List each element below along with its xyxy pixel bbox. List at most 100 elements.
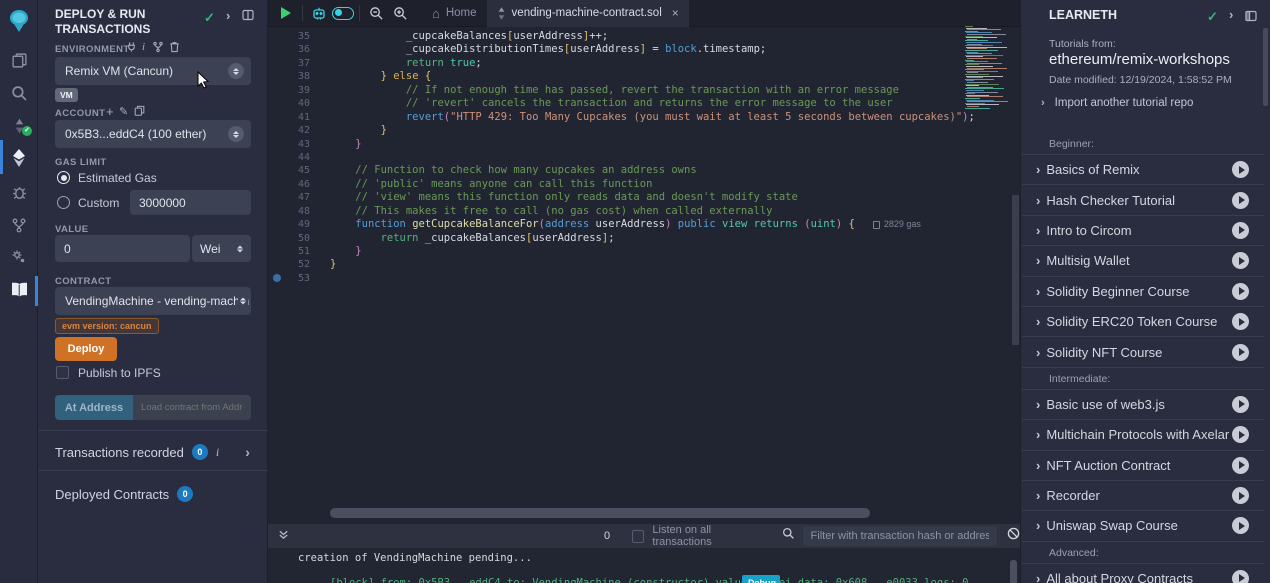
tutorial-item-row[interactable]: ›NFT Auction Contract — [1022, 450, 1264, 480]
play-tutorial-button[interactable] — [1232, 313, 1249, 330]
transactions-expand-icon[interactable]: › — [245, 444, 250, 460]
import-repo-row[interactable]: › Import another tutorial repo — [1041, 97, 1193, 109]
code-line[interactable]: 36 _cupcakeDistributionTimes[userAddress… — [268, 43, 1020, 56]
tutorial-item-row[interactable]: ›Solidity ERC20 Token Course — [1022, 306, 1264, 336]
fork-environment-icon[interactable] — [152, 41, 164, 56]
line-gutter[interactable]: 35 — [268, 30, 330, 43]
code-line[interactable]: 45 // Function to check how many cupcake… — [268, 164, 1020, 177]
search-icon[interactable] — [0, 81, 38, 105]
play-tutorial-button[interactable] — [1232, 344, 1249, 361]
code-line[interactable]: 46 // 'public' means anyone can call thi… — [268, 178, 1020, 191]
code-line[interactable]: 42 } — [268, 124, 1020, 137]
environment-info-icon[interactable]: i — [142, 41, 145, 53]
close-tab-icon[interactable]: × — [672, 6, 679, 20]
play-tutorial-button[interactable] — [1232, 457, 1249, 474]
line-gutter[interactable]: 37 — [268, 57, 330, 70]
play-tutorial-button[interactable] — [1232, 283, 1249, 300]
terminal-collapse-icon[interactable] — [278, 527, 289, 545]
code-editor[interactable]: 35 _cupcakeBalances[userAddress]++;36 _c… — [268, 27, 1020, 524]
code-line[interactable]: 53 — [268, 272, 1020, 285]
play-tutorial-button[interactable] — [1232, 570, 1249, 583]
delete-environment-icon[interactable] — [169, 41, 180, 56]
terminal-filter-input[interactable] — [803, 526, 997, 546]
code-line[interactable]: 39 // If not enough time has passed, rev… — [268, 84, 1020, 97]
zoom-in-icon[interactable] — [388, 0, 412, 27]
tutorial-item-row[interactable]: ›Solidity NFT Course — [1022, 336, 1264, 366]
line-gutter[interactable]: 43 — [268, 138, 330, 151]
code-line[interactable]: 43 } — [268, 138, 1020, 151]
code-line[interactable]: 52} — [268, 258, 1020, 271]
terminal-scrollbar[interactable] — [1010, 560, 1017, 583]
line-gutter[interactable]: 51 — [268, 245, 330, 258]
code-line[interactable]: 35 _cupcakeBalances[userAddress]++; — [268, 30, 1020, 43]
code-line[interactable]: 44 — [268, 151, 1020, 164]
code-line[interactable]: 38 } else { — [268, 70, 1020, 83]
line-gutter[interactable]: 45 — [268, 164, 330, 177]
estimated-gas-radio[interactable] — [57, 171, 70, 184]
debug-button[interactable]: Debug — [742, 575, 780, 583]
run-script-icon[interactable] — [274, 0, 298, 27]
learneth-collapse-icon[interactable]: › — [1229, 7, 1233, 22]
editor-minimap[interactable] — [963, 26, 1011, 110]
line-gutter[interactable]: 36 — [268, 43, 330, 56]
at-address-button[interactable]: At Address — [55, 395, 133, 420]
editor-vertical-scrollbar[interactable] — [1012, 195, 1019, 345]
account-select[interactable]: 0x5B3...eddC4 (100 ether) — [55, 120, 251, 148]
panel-pin-icon[interactable] — [242, 9, 254, 24]
line-gutter[interactable]: 38 — [268, 70, 330, 83]
tab-home[interactable]: ⌂ Home — [422, 0, 487, 27]
solidity-compiler-icon[interactable]: ✓ — [0, 114, 38, 138]
line-gutter[interactable]: 53 — [268, 272, 330, 285]
play-tutorial-button[interactable] — [1232, 161, 1249, 178]
tutorial-item-row[interactable]: ›Multisig Wallet — [1022, 245, 1264, 275]
line-gutter[interactable]: 48 — [268, 205, 330, 218]
code-line[interactable]: 51 } — [268, 245, 1020, 258]
plugin-manager-icon[interactable] — [0, 245, 38, 269]
code-line[interactable]: 48 // This makes it free to call (no gas… — [268, 205, 1020, 218]
tutorial-item-row[interactable]: ›Multichain Protocols with Axelar — [1022, 419, 1264, 449]
sign-message-icon[interactable]: ✎ — [119, 105, 128, 118]
transactions-info-icon[interactable]: i — [216, 445, 219, 460]
contract-select[interactable]: VendingMachine - vending-machin — [55, 287, 251, 315]
deploy-button[interactable]: Deploy — [55, 337, 117, 361]
listen-all-checkbox[interactable] — [632, 530, 644, 543]
tutorial-item-row[interactable]: ›Basics of Remix — [1022, 154, 1264, 184]
clear-console-icon[interactable] — [1007, 527, 1020, 545]
learneth-icon[interactable] — [0, 278, 38, 302]
remix-logo-icon[interactable] — [0, 6, 38, 36]
line-gutter[interactable]: 39 — [268, 84, 330, 97]
code-line[interactable]: 50 return _cupcakeBalances[userAddress]; — [268, 232, 1020, 245]
play-tutorial-button[interactable] — [1232, 426, 1249, 443]
play-tutorial-button[interactable] — [1232, 487, 1249, 504]
publish-ipfs-checkbox[interactable] — [56, 366, 69, 379]
code-line[interactable]: 37 return true; — [268, 57, 1020, 70]
line-gutter[interactable]: 49 — [268, 218, 330, 231]
value-input[interactable] — [55, 235, 190, 262]
line-gutter[interactable]: 50 — [268, 232, 330, 245]
tab-file[interactable]: vending-machine-contract.sol × — [487, 0, 689, 27]
line-gutter[interactable]: 47 — [268, 191, 330, 204]
tutorial-item-row[interactable]: ›All about Proxy Contracts — [1022, 563, 1264, 583]
code-line[interactable]: 41 revert("HTTP 429: Too Many Cupcakes (… — [268, 111, 1020, 124]
tutorial-item-row[interactable]: ›Intro to Circom — [1022, 215, 1264, 245]
line-gutter[interactable]: 40 — [268, 97, 330, 110]
deploy-run-icon[interactable] — [0, 146, 38, 170]
account-stepper-icon[interactable] — [228, 126, 244, 142]
line-gutter[interactable]: 44 — [268, 151, 330, 164]
code-line[interactable]: 47 // 'view' means this function only re… — [268, 191, 1020, 204]
play-tutorial-button[interactable] — [1232, 396, 1249, 413]
line-gutter[interactable]: 52 — [268, 258, 330, 271]
breakpoint-dot[interactable] — [273, 274, 281, 282]
ai-assistant-icon[interactable] — [307, 0, 331, 27]
tutorial-item-row[interactable]: ›Uniswap Swap Course — [1022, 510, 1264, 540]
line-gutter[interactable]: 46 — [268, 178, 330, 191]
debugger-icon[interactable] — [0, 180, 38, 204]
custom-gas-input[interactable] — [130, 190, 251, 215]
transactions-recorded-row[interactable]: Transactions recorded 0 i › — [55, 444, 255, 460]
editor-horizontal-scrollbar[interactable] — [330, 508, 870, 518]
play-tutorial-button[interactable] — [1232, 517, 1249, 534]
file-explorer-icon[interactable] — [0, 48, 38, 72]
tutorial-item-row[interactable]: ›Recorder — [1022, 480, 1264, 510]
copy-account-icon[interactable] — [134, 105, 145, 119]
environment-select[interactable]: Remix VM (Cancun) — [55, 57, 251, 85]
